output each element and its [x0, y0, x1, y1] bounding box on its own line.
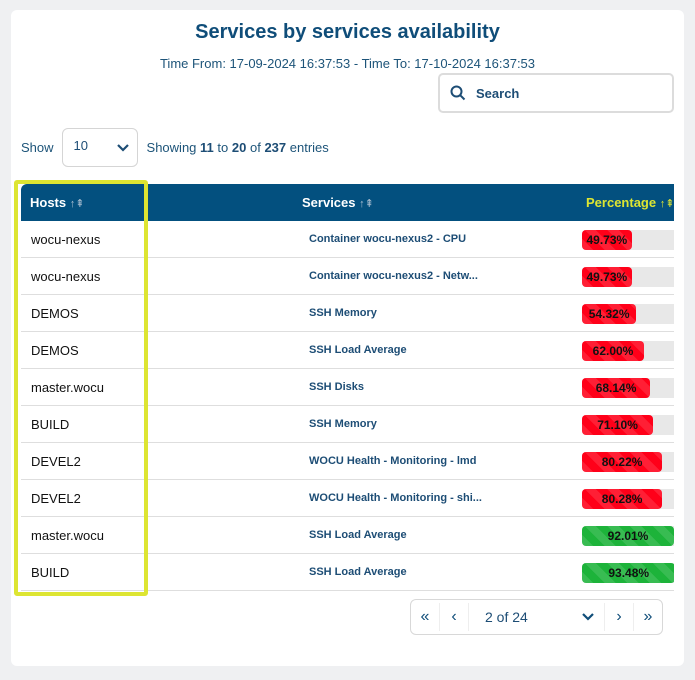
length-control: Show 10 Showing 11 to 20 of 237 entries	[21, 128, 329, 167]
percentage-bar: 54.32%	[582, 304, 674, 324]
percentage-fill: 49.73%	[582, 267, 632, 287]
table-row[interactable]: DEMOS SSH Memory 54.32%	[21, 295, 674, 332]
percentage-fill: 62.00%	[582, 341, 644, 361]
chevron-down-icon	[116, 144, 129, 152]
percentage-fill: 80.28%	[582, 489, 663, 509]
percentage-fill: 49.73%	[582, 230, 632, 250]
report-card: Services by services availability Time F…	[11, 10, 684, 666]
service-link[interactable]: Container wocu-nexus2 - Netw...	[309, 270, 478, 282]
chevron-down-icon	[582, 613, 594, 621]
host-cell: DEVEL2	[31, 491, 81, 506]
entries-info: Showing 11 to 20 of 237 entries	[146, 140, 329, 155]
search-icon	[450, 85, 466, 101]
column-percentage[interactable]: Percentage ↑⇞	[586, 195, 674, 210]
table-body: wocu-nexus Container wocu-nexus2 - CPU 49.…	[21, 221, 674, 591]
host-cell: master.wocu	[31, 528, 104, 543]
service-link[interactable]: SSH Load Average	[309, 529, 407, 541]
percentage-bar: 92.01%	[582, 526, 674, 546]
percentage-bar: 49.73%	[582, 230, 674, 250]
service-link[interactable]: SSH Memory	[309, 418, 377, 430]
percentage-fill: 80.22%	[582, 452, 663, 472]
sort-icon: ↑⇞	[659, 198, 674, 210]
page-title: Services by services availability	[195, 21, 500, 43]
percentage-bar: 80.28%	[582, 489, 674, 509]
service-link[interactable]: SSH Load Average	[309, 566, 407, 578]
service-link[interactable]: SSH Memory	[309, 307, 377, 319]
page-label: 2 of 24	[485, 609, 528, 625]
sort-icon: ↑⇞	[359, 198, 374, 210]
table-row[interactable]: DEVEL2 WOCU Health - Monitoring - shi... 8…	[21, 480, 674, 517]
table-header: Hosts ↑⇞ Services ↑⇞ Percentage ↑⇞	[21, 184, 674, 221]
percentage-bar: 80.22%	[582, 452, 674, 472]
sort-icon: ↑⇞	[69, 198, 85, 210]
services-table: Hosts ↑⇞ Services ↑⇞ Percentage ↑⇞ wocu-…	[21, 184, 674, 594]
prev-page-button[interactable]: ‹	[440, 603, 469, 631]
host-cell: BUILD	[31, 565, 70, 580]
percentage-fill: 93.48%	[582, 563, 674, 583]
page-size-value: 10	[73, 138, 88, 153]
service-link[interactable]: WOCU Health - Monitoring - lmd	[309, 455, 476, 467]
host-cell: DEMOS	[31, 343, 79, 358]
pagination: « ‹ 2 of 24 › »	[410, 599, 663, 635]
service-link[interactable]: WOCU Health - Monitoring - shi...	[309, 492, 482, 504]
percentage-fill: 68.14%	[582, 378, 651, 398]
column-hosts[interactable]: Hosts ↑⇞	[30, 195, 84, 210]
percentage-bar: 62.00%	[582, 341, 674, 361]
host-cell: wocu-nexus	[31, 269, 101, 284]
table-row[interactable]: wocu-nexus Container wocu-nexus2 - Netw..…	[21, 258, 674, 295]
time-range: Time From: 17-09-2024 16:37:53 - Time To…	[159, 56, 536, 71]
percentage-bar: 71.10%	[582, 415, 674, 435]
host-cell: wocu-nexus	[31, 232, 101, 247]
table-row[interactable]: wocu-nexus Container wocu-nexus2 - CPU 49.…	[21, 221, 674, 258]
search-placeholder: Search	[476, 85, 520, 101]
page-select[interactable]: 2 of 24	[469, 609, 604, 625]
table-row[interactable]: BUILD SSH Memory 71.10%	[21, 406, 674, 443]
percentage-fill: 92.01%	[582, 526, 674, 546]
service-link[interactable]: SSH Disks	[309, 381, 364, 393]
host-cell: BUILD	[31, 417, 70, 432]
host-cell: DEVEL2	[31, 454, 81, 469]
search-input[interactable]: Search	[438, 73, 674, 113]
show-label: Show	[21, 140, 54, 155]
percentage-fill: 54.32%	[582, 304, 637, 324]
host-cell: DEMOS	[31, 306, 79, 321]
service-link[interactable]: SSH Load Average	[309, 344, 407, 356]
host-cell: master.wocu	[31, 380, 104, 395]
table-row[interactable]: DEVEL2 WOCU Health - Monitoring - lmd 80.2…	[21, 443, 674, 480]
last-page-button[interactable]: »	[633, 603, 662, 631]
table-row[interactable]: BUILD SSH Load Average 93.48%	[21, 554, 674, 591]
table-row[interactable]: master.wocu SSH Load Average 92.01%	[21, 517, 674, 554]
service-link[interactable]: Container wocu-nexus2 - CPU	[309, 233, 466, 245]
percentage-fill: 71.10%	[582, 415, 654, 435]
table-row[interactable]: DEMOS SSH Load Average 62.00%	[21, 332, 674, 369]
table-row[interactable]: master.wocu SSH Disks 68.14%	[21, 369, 674, 406]
percentage-bar: 68.14%	[582, 378, 674, 398]
next-page-button[interactable]: ›	[604, 603, 633, 631]
first-page-button[interactable]: «	[411, 603, 440, 631]
percentage-bar: 49.73%	[582, 267, 674, 287]
percentage-bar: 93.48%	[582, 563, 674, 583]
column-services[interactable]: Services ↑⇞	[302, 195, 374, 210]
page-size-select[interactable]: 10	[61, 128, 138, 167]
